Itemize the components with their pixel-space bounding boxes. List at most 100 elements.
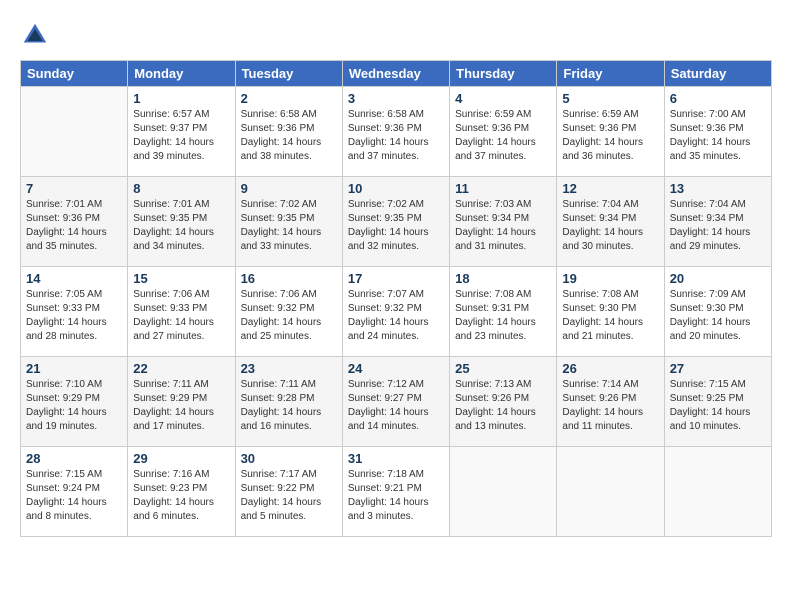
- calendar-cell: 6Sunrise: 7:00 AMSunset: 9:36 PMDaylight…: [664, 87, 771, 177]
- calendar-cell: 31Sunrise: 7:18 AMSunset: 9:21 PMDayligh…: [342, 447, 449, 537]
- day-info: Sunrise: 7:16 AMSunset: 9:23 PMDaylight:…: [133, 468, 229, 524]
- weekday-header: Thursday: [450, 61, 557, 87]
- day-info: Sunrise: 7:18 AMSunset: 9:21 PMDaylight:…: [348, 468, 444, 524]
- day-number: 19: [562, 271, 658, 286]
- calendar-cell: 23 Sunrise: 7:11 AMSunset: 9:28 PMDayligh…: [235, 357, 342, 447]
- day-number: 24: [348, 361, 444, 376]
- day-info: Sunrise: 7:15 AMSunset: 9:25 PMDaylight:…: [670, 378, 766, 434]
- day-number: 25: [455, 361, 551, 376]
- day-info: Sunrise: 7:06 AMSunset: 9:33 PMDaylight:…: [133, 288, 229, 344]
- calendar-cell: 17Sunrise: 7:07 AMSunset: 9:32 PMDayligh…: [342, 267, 449, 357]
- day-number: 18: [455, 271, 551, 286]
- day-number: 10: [348, 181, 444, 196]
- calendar-cell: 14 Sunrise: 7:05 AMSunset: 9:33 PMDayligh…: [21, 267, 128, 357]
- calendar-cell: 29 Sunrise: 7:16 AMSunset: 9:23 PMDayligh…: [128, 447, 235, 537]
- calendar-cell: 25 Sunrise: 7:13 AMSunset: 9:26 PMDayligh…: [450, 357, 557, 447]
- day-info: Sunrise: 7:13 AMSunset: 9:26 PMDaylight:…: [455, 378, 551, 434]
- day-number: 5: [562, 91, 658, 106]
- calendar-cell: 9 Sunrise: 7:02 AMSunset: 9:35 PMDaylight…: [235, 177, 342, 267]
- day-info: Sunrise: 6:59 AMSunset: 9:36 PMDaylight:…: [455, 108, 551, 164]
- weekday-header: Monday: [128, 61, 235, 87]
- calendar-cell: [21, 87, 128, 177]
- day-number: 8: [133, 181, 229, 196]
- day-number: 9: [241, 181, 337, 196]
- calendar-week-row: 7 Sunrise: 7:01 AMSunset: 9:36 PMDaylight…: [21, 177, 772, 267]
- weekday-header: Saturday: [664, 61, 771, 87]
- day-number: 12: [562, 181, 658, 196]
- day-number: 27: [670, 361, 766, 376]
- calendar-cell: [450, 447, 557, 537]
- calendar-cell: [664, 447, 771, 537]
- day-number: 1: [133, 91, 229, 106]
- logo: [20, 20, 55, 50]
- day-info: Sunrise: 6:57 AMSunset: 9:37 PMDaylight:…: [133, 108, 229, 164]
- weekday-header: Tuesday: [235, 61, 342, 87]
- calendar-cell: 30 Sunrise: 7:17 AMSunset: 9:22 PMDayligh…: [235, 447, 342, 537]
- day-number: 30: [241, 451, 337, 466]
- weekday-header: Wednesday: [342, 61, 449, 87]
- page-header: [20, 20, 772, 50]
- calendar-cell: 12 Sunrise: 7:04 AMSunset: 9:34 PMDayligh…: [557, 177, 664, 267]
- day-info: Sunrise: 6:58 AMSunset: 9:36 PMDaylight:…: [348, 108, 444, 164]
- calendar-week-row: 1 Sunrise: 6:57 AMSunset: 9:37 PMDaylight…: [21, 87, 772, 177]
- weekday-header-row: SundayMondayTuesdayWednesdayThursdayFrid…: [21, 61, 772, 87]
- day-number: 3: [348, 91, 444, 106]
- day-info: Sunrise: 7:03 AMSunset: 9:34 PMDaylight:…: [455, 198, 551, 254]
- day-info: Sunrise: 7:06 AMSunset: 9:32 PMDaylight:…: [241, 288, 337, 344]
- day-number: 11: [455, 181, 551, 196]
- calendar-cell: 26 Sunrise: 7:14 AMSunset: 9:26 PMDayligh…: [557, 357, 664, 447]
- day-number: 22: [133, 361, 229, 376]
- calendar-cell: [557, 447, 664, 537]
- day-info: Sunrise: 6:58 AMSunset: 9:36 PMDaylight:…: [241, 108, 337, 164]
- day-info: Sunrise: 7:14 AMSunset: 9:26 PMDaylight:…: [562, 378, 658, 434]
- day-number: 15: [133, 271, 229, 286]
- day-info: Sunrise: 7:17 AMSunset: 9:22 PMDaylight:…: [241, 468, 337, 524]
- day-number: 7: [26, 181, 122, 196]
- day-number: 2: [241, 91, 337, 106]
- day-number: 14: [26, 271, 122, 286]
- day-number: 13: [670, 181, 766, 196]
- day-number: 28: [26, 451, 122, 466]
- calendar-cell: 18 Sunrise: 7:08 AMSunset: 9:31 PMDayligh…: [450, 267, 557, 357]
- calendar-cell: 20 Sunrise: 7:09 AMSunset: 9:30 PMDayligh…: [664, 267, 771, 357]
- weekday-header: Sunday: [21, 61, 128, 87]
- day-info: Sunrise: 7:00 AMSunset: 9:36 PMDaylight:…: [670, 108, 766, 164]
- calendar-cell: 11 Sunrise: 7:03 AMSunset: 9:34 PMDayligh…: [450, 177, 557, 267]
- day-info: Sunrise: 7:11 AMSunset: 9:28 PMDaylight:…: [241, 378, 337, 434]
- day-info: Sunrise: 6:59 AMSunset: 9:36 PMDaylight:…: [562, 108, 658, 164]
- calendar-cell: 4 Sunrise: 6:59 AMSunset: 9:36 PMDaylight…: [450, 87, 557, 177]
- calendar-cell: 15 Sunrise: 7:06 AMSunset: 9:33 PMDayligh…: [128, 267, 235, 357]
- day-number: 20: [670, 271, 766, 286]
- day-number: 26: [562, 361, 658, 376]
- day-info: Sunrise: 7:01 AMSunset: 9:35 PMDaylight:…: [133, 198, 229, 254]
- day-info: Sunrise: 7:09 AMSunset: 9:30 PMDaylight:…: [670, 288, 766, 344]
- day-number: 23: [241, 361, 337, 376]
- calendar-cell: 16 Sunrise: 7:06 AMSunset: 9:32 PMDayligh…: [235, 267, 342, 357]
- weekday-header: Friday: [557, 61, 664, 87]
- day-info: Sunrise: 7:08 AMSunset: 9:31 PMDaylight:…: [455, 288, 551, 344]
- day-info: Sunrise: 7:12 AMSunset: 9:27 PMDaylight:…: [348, 378, 444, 434]
- day-number: 29: [133, 451, 229, 466]
- day-info: Sunrise: 7:05 AMSunset: 9:33 PMDaylight:…: [26, 288, 122, 344]
- calendar-cell: 22Sunrise: 7:11 AMSunset: 9:29 PMDayligh…: [128, 357, 235, 447]
- day-number: 16: [241, 271, 337, 286]
- day-info: Sunrise: 7:07 AMSunset: 9:32 PMDaylight:…: [348, 288, 444, 344]
- day-info: Sunrise: 7:15 AMSunset: 9:24 PMDaylight:…: [26, 468, 122, 524]
- calendar-cell: 21Sunrise: 7:10 AMSunset: 9:29 PMDayligh…: [21, 357, 128, 447]
- calendar-cell: 19Sunrise: 7:08 AMSunset: 9:30 PMDayligh…: [557, 267, 664, 357]
- calendar-cell: 28 Sunrise: 7:15 AMSunset: 9:24 PMDayligh…: [21, 447, 128, 537]
- day-info: Sunrise: 7:04 AMSunset: 9:34 PMDaylight:…: [562, 198, 658, 254]
- logo-icon: [20, 20, 50, 50]
- calendar-cell: 5 Sunrise: 6:59 AMSunset: 9:36 PMDaylight…: [557, 87, 664, 177]
- day-info: Sunrise: 7:02 AMSunset: 9:35 PMDaylight:…: [241, 198, 337, 254]
- calendar-week-row: 28 Sunrise: 7:15 AMSunset: 9:24 PMDayligh…: [21, 447, 772, 537]
- calendar-cell: 2 Sunrise: 6:58 AMSunset: 9:36 PMDaylight…: [235, 87, 342, 177]
- calendar-week-row: 21Sunrise: 7:10 AMSunset: 9:29 PMDayligh…: [21, 357, 772, 447]
- calendar-cell: 13Sunrise: 7:04 AMSunset: 9:34 PMDayligh…: [664, 177, 771, 267]
- calendar-cell: 1 Sunrise: 6:57 AMSunset: 9:37 PMDaylight…: [128, 87, 235, 177]
- calendar-week-row: 14 Sunrise: 7:05 AMSunset: 9:33 PMDayligh…: [21, 267, 772, 357]
- day-info: Sunrise: 7:01 AMSunset: 9:36 PMDaylight:…: [26, 198, 122, 254]
- calendar-cell: 10Sunrise: 7:02 AMSunset: 9:35 PMDayligh…: [342, 177, 449, 267]
- day-number: 21: [26, 361, 122, 376]
- day-number: 4: [455, 91, 551, 106]
